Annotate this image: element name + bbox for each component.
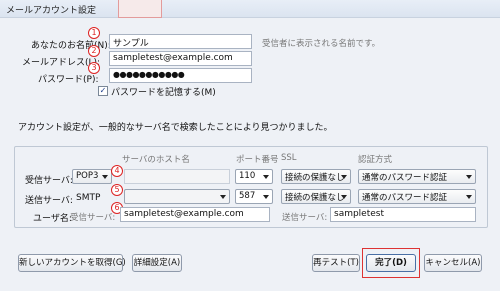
- column-header-ssl: SSL: [281, 153, 297, 163]
- incoming-username-label: 受信サーバ:: [70, 213, 116, 223]
- incoming-protocol-select[interactable]: POP3: [72, 169, 112, 184]
- chevron-down-icon: [220, 195, 226, 199]
- chevron-down-icon: [466, 175, 472, 179]
- outgoing-username-field[interactable]: sampletest: [330, 207, 476, 222]
- incoming-port-field[interactable]: 110: [235, 169, 273, 184]
- outgoing-auth-value: 通常のパスワード認証: [362, 193, 448, 203]
- chevron-down-icon: [263, 175, 269, 179]
- window-title: メールアカウント設定: [6, 6, 97, 16]
- outgoing-username-label: 送信サーバ:: [282, 213, 328, 223]
- chevron-down-icon: [102, 175, 108, 179]
- chevron-down-icon: [263, 195, 269, 199]
- password-label: パスワード(P):: [38, 75, 99, 85]
- step-3-marker: 3: [88, 62, 100, 74]
- new-account-button[interactable]: 新しいアカウントを取得(G): [18, 254, 126, 272]
- name-hint: 受信者に表示される名前です。: [262, 39, 381, 49]
- column-header-auth: 認証方式: [358, 155, 393, 165]
- outgoing-port-value: 587: [239, 191, 256, 201]
- advanced-settings-button[interactable]: 詳細設定(A): [132, 254, 182, 272]
- remember-password-checkbox[interactable]: ✓: [98, 86, 108, 96]
- incoming-auth-value: 通常のパスワード認証: [362, 173, 448, 183]
- outgoing-ssl-value: 接続の保護なし: [285, 193, 345, 203]
- column-header-host: サーバのホスト名: [122, 155, 190, 165]
- chevron-down-icon: [341, 175, 347, 179]
- cancel-button[interactable]: キャンセル(A): [424, 254, 482, 272]
- info-message: アカウント設定が、一般的なサーバ名で検索したことにより見つかりました。: [18, 123, 333, 133]
- incoming-protocol-value: POP3: [76, 171, 99, 181]
- incoming-server-label: 受信サーバ:: [25, 176, 73, 186]
- outgoing-ssl-select[interactable]: 接続の保護なし: [281, 189, 351, 204]
- incoming-port-value: 110: [239, 171, 256, 181]
- step-4-marker: 4: [111, 165, 123, 177]
- remember-password-label: パスワードを記憶する(M): [111, 88, 216, 98]
- retest-button[interactable]: 再テスト(T): [312, 254, 360, 272]
- incoming-username-field[interactable]: sampletest@example.com: [120, 207, 270, 222]
- incoming-hostname-field[interactable]: [124, 169, 230, 184]
- step-5-marker: 5: [111, 184, 123, 196]
- outgoing-protocol-label: SMTP: [76, 193, 101, 203]
- chevron-down-icon: [466, 195, 472, 199]
- incoming-ssl-value: 接続の保護なし: [285, 173, 345, 183]
- email-field[interactable]: sampletest@example.com: [109, 51, 252, 66]
- name-field[interactable]: サンプル: [109, 34, 252, 49]
- outgoing-port-field[interactable]: 587: [235, 189, 273, 204]
- incoming-auth-select[interactable]: 通常のパスワード認証: [358, 169, 476, 184]
- step-2-marker: 2: [88, 45, 100, 57]
- step-1-marker: 1: [88, 27, 100, 39]
- chevron-down-icon: [341, 195, 347, 199]
- outgoing-auth-select[interactable]: 通常のパスワード認証: [358, 189, 476, 204]
- outgoing-server-label: 送信サーバ:: [25, 196, 73, 206]
- column-header-port: ポート番号: [236, 155, 279, 165]
- outgoing-hostname-select[interactable]: [124, 189, 230, 204]
- password-field[interactable]: ●●●●●●●●●●●: [109, 68, 252, 83]
- done-button[interactable]: 完了(D): [366, 254, 416, 272]
- background-window-fragment: [118, 0, 162, 18]
- username-label: ユーザ名:: [33, 214, 72, 224]
- incoming-ssl-select[interactable]: 接続の保護なし: [281, 169, 351, 184]
